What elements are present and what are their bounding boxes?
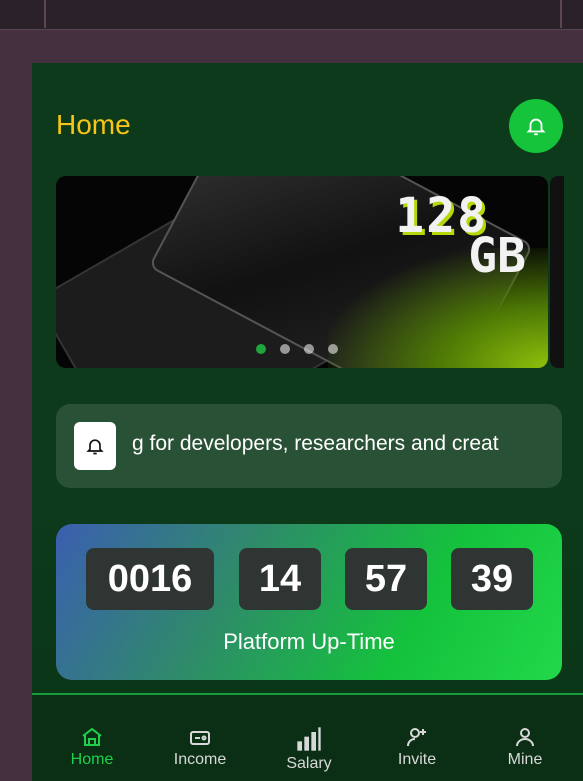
nav-mine-label: Mine <box>507 751 543 768</box>
nav-home[interactable]: Home <box>47 725 137 769</box>
nav-home-label: Home <box>70 751 114 768</box>
page-title: Home <box>56 109 131 140</box>
banner-unit: GB <box>468 228 526 284</box>
next-banner-peek <box>550 176 564 368</box>
uptime-label: Platform Up-Time <box>223 629 395 654</box>
app-container: Home 128 GB g for developers, researcher… <box>32 63 583 781</box>
nav-invite-label: Invite <box>397 751 437 768</box>
nav-salary[interactable]: Salary <box>264 725 354 773</box>
promo-banner[interactable]: 128 GB <box>56 176 548 368</box>
uptime-seconds: 39 <box>451 548 533 610</box>
carousel-dot[interactable] <box>304 344 314 354</box>
nav-income-label: Income <box>173 751 227 768</box>
add-user-icon <box>407 728 426 747</box>
notifications-button[interactable] <box>509 99 563 153</box>
carousel-dot[interactable] <box>328 344 338 354</box>
uptime-card: 0016 14 57 39 Platform Up-Time <box>56 524 562 680</box>
announcement-text: g for developers, researchers and creat <box>132 432 499 455</box>
browser-tab-strip <box>0 0 583 30</box>
tab-separator <box>560 0 562 28</box>
tab-separator <box>44 0 46 28</box>
nav-income[interactable]: Income <box>155 725 245 769</box>
home-icon <box>82 727 102 746</box>
announcement-icon-box <box>74 422 116 470</box>
carousel-dot[interactable] <box>280 344 290 354</box>
bell-icon <box>526 118 546 136</box>
announcement-bar[interactable]: g for developers, researchers and creat <box>56 404 562 488</box>
uptime-days: 0016 <box>86 548 214 610</box>
bell-icon <box>86 439 104 455</box>
nav-mine[interactable]: Mine <box>480 725 570 769</box>
carousel-dots <box>256 344 338 354</box>
uptime-hours: 14 <box>239 548 321 610</box>
wallet-icon <box>190 731 210 745</box>
nav-salary-label: Salary <box>286 755 332 772</box>
carousel-dot[interactable] <box>256 344 266 354</box>
bar-chart-icon <box>297 727 321 751</box>
uptime-minutes: 57 <box>345 548 427 610</box>
user-icon <box>516 728 534 747</box>
bottom-nav: Home Income Salary Invite Mine <box>32 693 583 781</box>
nav-invite[interactable]: Invite <box>372 725 462 769</box>
